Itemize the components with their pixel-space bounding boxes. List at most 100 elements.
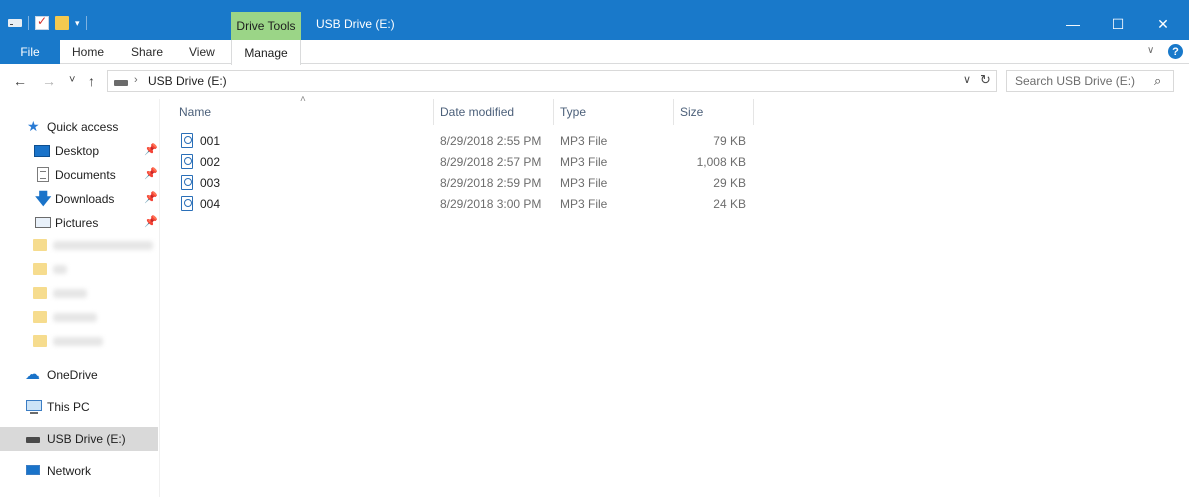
sidebar-item-quick-access[interactable]: ★ Quick access — [0, 115, 158, 139]
sidebar-item-label: Pictures — [55, 216, 99, 230]
breadcrumb-separator[interactable]: › — [134, 74, 138, 86]
file-list: ˄ Name Date modified Type Size 001 8/29/… — [161, 94, 1189, 497]
redacted-folder[interactable] — [33, 261, 67, 277]
column-divider[interactable] — [753, 99, 754, 125]
mp3-file-icon — [181, 175, 193, 190]
redacted-label — [53, 336, 103, 346]
minimize-button[interactable]: — — [1050, 12, 1096, 36]
mp3-file-icon — [181, 154, 193, 169]
documents-icon — [37, 167, 49, 182]
sidebar-item-usb-drive[interactable]: USB Drive (E:) — [0, 427, 158, 451]
column-header-name[interactable]: Name — [179, 99, 433, 125]
address-bar[interactable]: › USB Drive (E:) ∨ ↻ — [107, 70, 997, 92]
mp3-file-icon — [181, 196, 193, 211]
refresh-icon[interactable]: ↻ — [980, 72, 991, 88]
sidebar-item-network[interactable]: Network — [0, 459, 158, 483]
network-icon — [26, 465, 40, 475]
search-input[interactable]: Search USB Drive (E:) ⌕ — [1006, 70, 1174, 92]
redacted-folder[interactable] — [33, 285, 87, 301]
table-row[interactable]: 003 8/29/2018 2:59 PM MP3 File 29 KB — [179, 172, 755, 193]
drive-icon[interactable] — [8, 19, 22, 27]
file-name: 001 — [200, 134, 221, 148]
ribbon-tabs: File Home Share View Manage ∨ ? — [0, 40, 1189, 65]
tab-manage[interactable]: Manage — [231, 40, 301, 65]
column-divider[interactable] — [553, 99, 554, 125]
star-icon: ★ — [27, 118, 40, 134]
folder-icon — [33, 335, 47, 347]
file-date-modified: 8/29/2018 2:59 PM — [440, 176, 542, 190]
pictures-icon — [35, 217, 51, 228]
window-title: USB Drive (E:) — [316, 17, 395, 31]
folder-icon — [33, 239, 47, 251]
tab-view[interactable]: View — [189, 40, 215, 64]
folder-icon — [33, 287, 47, 299]
search-icon[interactable]: ⌕ — [1154, 73, 1161, 89]
sidebar-item-onedrive[interactable]: ☁ OneDrive — [0, 363, 158, 387]
qat-separator — [85, 16, 87, 30]
file-type: MP3 File — [560, 134, 608, 148]
file-date-modified: 8/29/2018 2:55 PM — [440, 134, 542, 148]
file-type: MP3 File — [560, 176, 608, 190]
sidebar-item-label: This PC — [47, 400, 90, 414]
file-type: MP3 File — [560, 155, 608, 169]
file-size: 29 KB — [713, 176, 746, 190]
search-placeholder: Search USB Drive (E:) — [1015, 74, 1136, 88]
column-divider[interactable] — [673, 99, 674, 125]
back-button[interactable]: ← — [13, 73, 27, 89]
navigation-pane: ★ Quick access Desktop 📌 Documents 📌 🡇 D… — [0, 99, 160, 497]
redacted-folder[interactable] — [33, 237, 153, 253]
close-button[interactable]: ✕ — [1140, 12, 1186, 36]
sidebar-item-label: OneDrive — [47, 368, 98, 382]
forward-button[interactable]: → — [42, 73, 56, 89]
pin-icon: 📌 — [144, 144, 158, 156]
help-icon[interactable]: ? — [1168, 44, 1183, 59]
table-row[interactable]: 002 8/29/2018 2:57 PM MP3 File 1,008 KB — [179, 151, 755, 172]
sidebar-item-this-pc[interactable]: This PC — [0, 395, 158, 419]
sidebar-item-label: Downloads — [55, 192, 115, 206]
address-dropdown-icon[interactable]: ∨ — [963, 73, 971, 86]
recent-locations-button[interactable]: ˅ — [69, 74, 75, 86]
customize-qat-dropdown[interactable]: ▾ — [75, 18, 80, 29]
table-row[interactable]: 001 8/29/2018 2:55 PM MP3 File 79 KB — [179, 130, 755, 151]
new-folder-icon[interactable] — [55, 16, 69, 30]
quick-access-toolbar: ▾ — [8, 14, 87, 32]
properties-icon[interactable] — [35, 14, 49, 30]
drive-tools-context-tab: Drive Tools — [231, 12, 301, 40]
up-button[interactable]: ↑ — [88, 73, 95, 89]
column-header-type[interactable]: Type — [560, 99, 672, 125]
folder-icon — [33, 263, 47, 275]
onedrive-icon: ☁ — [25, 366, 40, 383]
redacted-folder[interactable] — [33, 333, 103, 349]
tab-file[interactable]: File — [0, 40, 60, 64]
redacted-label — [53, 288, 87, 298]
file-name: 004 — [200, 197, 221, 211]
sidebar-item-pictures[interactable]: Pictures 📌 — [0, 211, 158, 235]
qat-separator — [28, 16, 29, 30]
tab-home[interactable]: Home — [72, 40, 104, 64]
sidebar-item-documents[interactable]: Documents 📌 — [0, 163, 158, 187]
breadcrumb[interactable]: USB Drive (E:) — [148, 74, 227, 88]
pin-icon: 📌 — [144, 192, 158, 204]
ribbon-expand-icon[interactable]: ∨ — [1147, 45, 1154, 56]
pin-icon: 📌 — [144, 168, 158, 180]
column-divider[interactable] — [433, 99, 434, 125]
tab-share[interactable]: Share — [131, 40, 163, 64]
usb-drive-icon — [26, 437, 40, 443]
file-name: 003 — [200, 176, 221, 190]
file-size: 1,008 KB — [696, 155, 746, 169]
column-header-date-modified[interactable]: Date modified — [440, 99, 552, 125]
sidebar-item-label: Documents — [55, 168, 116, 182]
sidebar-item-label: Network — [47, 464, 92, 478]
redacted-label — [53, 264, 67, 274]
redacted-folder[interactable] — [33, 309, 97, 325]
redacted-label — [53, 312, 97, 322]
this-pc-icon — [26, 400, 42, 414]
maximize-button[interactable]: ☐ — [1095, 12, 1141, 36]
column-header-size[interactable]: Size — [680, 99, 752, 125]
sidebar-item-downloads[interactable]: 🡇 Downloads 📌 — [0, 187, 158, 211]
navigation-bar: ← → ˅ ↑ › USB Drive (E:) ∨ ↻ Search USB … — [0, 65, 1189, 99]
file-size: 24 KB — [713, 197, 746, 211]
sidebar-item-desktop[interactable]: Desktop 📌 — [0, 139, 158, 163]
file-size: 79 KB — [713, 134, 746, 148]
table-row[interactable]: 004 8/29/2018 3:00 PM MP3 File 24 KB — [179, 193, 755, 214]
